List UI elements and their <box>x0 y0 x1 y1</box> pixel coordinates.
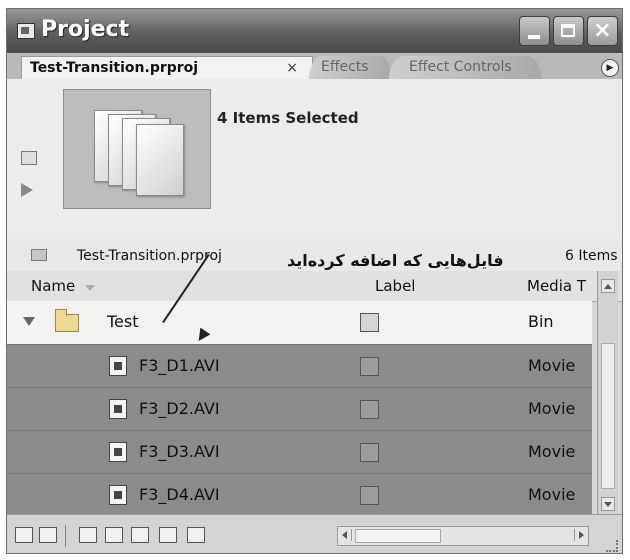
tab-effects[interactable]: Effects <box>309 56 391 79</box>
item-name: F3_D1.AVI <box>139 356 220 375</box>
tab-project[interactable]: Test-Transition.prproj × <box>21 56 313 79</box>
resize-grip-icon[interactable] <box>606 540 618 552</box>
media-type: Movie <box>528 356 576 375</box>
project-file-name: Test-Transition.prproj <box>77 248 222 264</box>
label-color-box <box>360 486 379 505</box>
movie-clip-icon <box>109 399 127 419</box>
sort-arrow-icon[interactable] <box>85 285 95 291</box>
panel-footer <box>7 514 622 553</box>
media-type: Movie <box>528 485 576 504</box>
vertical-scrollbar[interactable] <box>597 271 618 515</box>
new-bin-icon[interactable] <box>131 527 149 543</box>
window-title: Project <box>41 17 130 42</box>
minimize-icon <box>528 35 540 39</box>
project-info-bar: Test-Transition.prproj فایل‌هایی که اضاف… <box>7 239 622 271</box>
close-button[interactable]: × <box>587 16 618 46</box>
list-item-bin[interactable]: Test Bin <box>7 301 592 345</box>
media-type-column-header[interactable]: Media T <box>527 277 586 295</box>
column-header: Name Label Media T <box>7 271 622 302</box>
tab-close-icon[interactable]: × <box>286 57 298 79</box>
new-item-icon[interactable] <box>159 527 177 543</box>
item-name: F3_D3.AVI <box>139 442 220 461</box>
selection-status: 4 Items Selected <box>217 109 359 127</box>
item-name: Test <box>107 312 139 331</box>
panel-tabs: Test-Transition.prproj × Effects Effect … <box>7 53 622 80</box>
horizontal-scroll-thumb[interactable] <box>355 529 441 543</box>
item-count: 6 Items <box>565 248 618 264</box>
scroll-left-icon[interactable] <box>339 529 352 541</box>
panel-menu-icon[interactable]: ▶ <box>601 59 619 77</box>
icon-view-icon[interactable] <box>39 527 57 543</box>
maximize-button[interactable] <box>553 16 584 46</box>
list-item-clip[interactable]: F3_D3.AVI Movie <box>7 430 592 474</box>
item-name: F3_D4.AVI <box>139 485 220 504</box>
tab-effect-controls[interactable]: Effect Controls <box>389 56 541 79</box>
close-icon: × <box>593 18 612 43</box>
disclosure-triangle-icon[interactable] <box>23 317 35 326</box>
list-view-icon[interactable] <box>15 527 33 543</box>
movie-clip-icon <box>109 356 127 376</box>
media-type: Movie <box>528 442 576 461</box>
poster-frame-icon[interactable] <box>21 151 37 165</box>
preview-area: 4 Items Selected <box>7 79 622 239</box>
scroll-up-icon[interactable] <box>601 279 615 293</box>
horizontal-scrollbar[interactable] <box>337 526 589 546</box>
media-type: Movie <box>528 399 576 418</box>
premiere-project-icon <box>17 23 35 39</box>
scroll-thumb[interactable] <box>601 343 615 489</box>
scroll-right-icon[interactable] <box>574 529 587 541</box>
maximize-icon <box>561 24 575 37</box>
movie-clip-icon <box>109 442 127 462</box>
play-icon[interactable] <box>21 183 33 197</box>
media-type: Bin <box>528 312 554 331</box>
movie-clip-icon <box>109 485 127 505</box>
label-color-box <box>360 400 379 419</box>
clear-icon[interactable] <box>187 527 205 543</box>
find-icon[interactable] <box>105 527 123 543</box>
label-color-box <box>360 357 379 376</box>
scroll-down-icon[interactable] <box>601 497 615 511</box>
project-bin-icon <box>31 249 47 261</box>
name-column-header[interactable]: Name <box>31 277 75 295</box>
annotation-text: فایل‌هایی که اضافه کرده‌اید <box>287 251 504 270</box>
label-color-box <box>360 443 379 462</box>
title-bar[interactable]: Project × <box>7 9 622 53</box>
clip-stack-card <box>136 124 184 196</box>
project-window: Project × Test-Transition.prproj × Effec… <box>6 8 623 554</box>
list-item-clip[interactable]: F3_D1.AVI Movie <box>7 344 592 388</box>
project-items-list: Test Bin F3_D1.AVI Movie F3_D2.AVI Movie… <box>7 301 592 517</box>
item-name: F3_D2.AVI <box>139 399 220 418</box>
tab-project-label: Test-Transition.prproj <box>30 60 199 76</box>
automate-sequence-icon[interactable] <box>79 527 97 543</box>
minimize-button[interactable] <box>519 16 550 46</box>
folder-icon <box>55 309 79 332</box>
footer-divider <box>65 525 66 547</box>
list-item-clip[interactable]: F3_D4.AVI Movie <box>7 473 592 517</box>
label-column-header[interactable]: Label <box>375 277 415 295</box>
list-item-clip[interactable]: F3_D2.AVI Movie <box>7 387 592 431</box>
selected-clips-thumbnail <box>63 89 211 209</box>
label-color-box <box>360 313 379 332</box>
